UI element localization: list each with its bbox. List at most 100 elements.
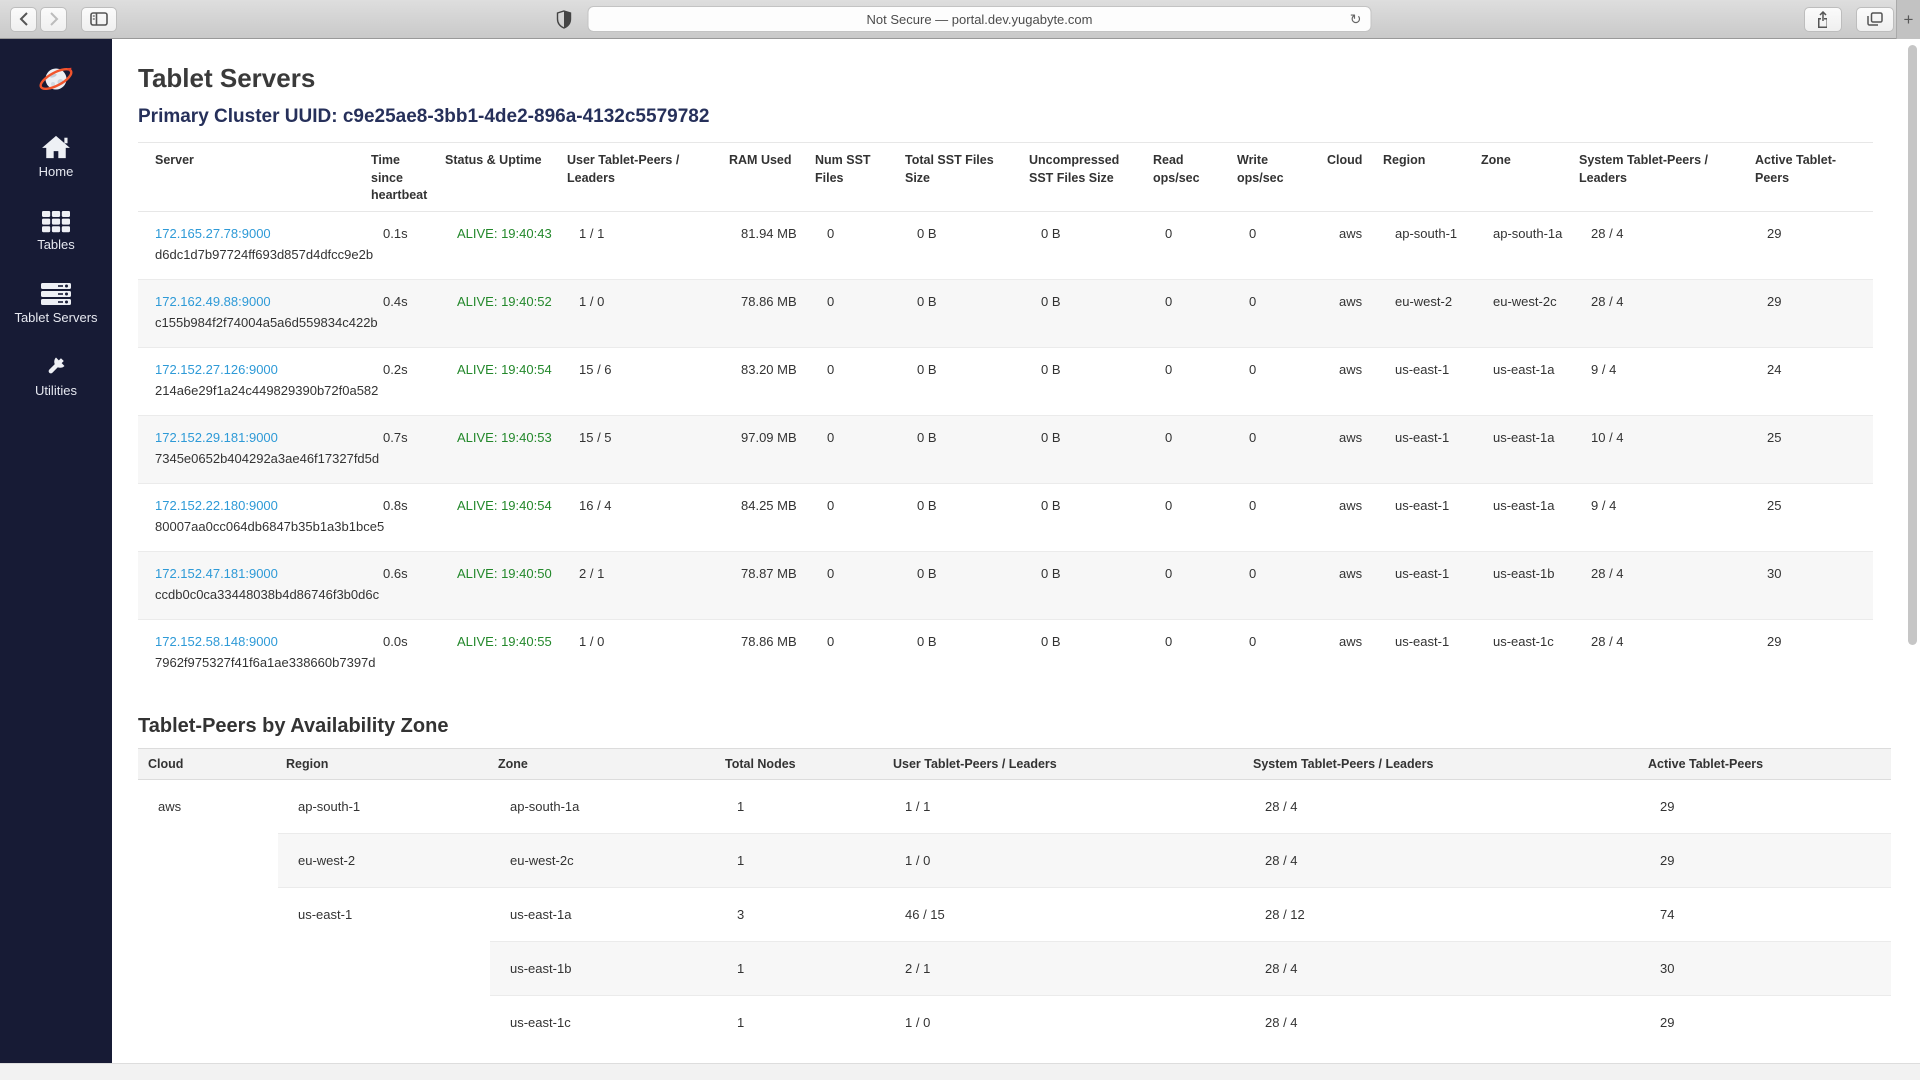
share-button[interactable]: [1804, 7, 1842, 32]
az-cell: 2 / 1: [885, 942, 1245, 996]
yugabyte-logo[interactable]: [36, 59, 76, 104]
server-cell: 172.152.58.148:9000 7962f975327f41f6a1ae3…: [138, 619, 363, 687]
az-cell: 28 / 4: [1245, 942, 1640, 996]
user-peers-cell: 1 / 1: [559, 211, 721, 279]
read-ops-cell: 0: [1145, 551, 1229, 619]
server-address-link[interactable]: 172.152.58.148:9000: [155, 634, 278, 649]
server-address-link[interactable]: 172.162.49.88:9000: [155, 294, 271, 309]
ram-used-cell: 97.09 MB: [721, 415, 807, 483]
sidebar-item-tablet-servers[interactable]: Tablet Servers: [0, 276, 112, 325]
sidebar-panel-icon: [90, 12, 108, 26]
server-uuid: 7962f975327f41f6a1ae338660b7397d: [155, 654, 357, 673]
sidebar-toggle-button[interactable]: [81, 7, 117, 32]
az-table-header-row: CloudRegionZoneTotal NodesUser Tablet-Pe…: [138, 749, 1891, 780]
user-peers-cell: 1 / 0: [559, 279, 721, 347]
user-peers-cell: 1 / 0: [559, 619, 721, 687]
server-address-link[interactable]: 172.152.27.126:9000: [155, 362, 278, 377]
total-sst-size-cell: 0 B: [897, 211, 1021, 279]
user-peers-cell: 15 / 6: [559, 347, 721, 415]
content-blocker-button[interactable]: [549, 7, 579, 32]
sidebar-item-tables[interactable]: Tables: [0, 203, 112, 252]
address-bar-text: Not Secure — portal.dev.yugabyte.com: [867, 12, 1093, 27]
tablet-server-row: 172.152.27.126:9000214a6e29f1a24c4498293…: [138, 347, 1873, 415]
server-uuid: c155b984f2f74004a5a6d559834c422b: [155, 314, 357, 333]
ram-used-cell: 78.86 MB: [721, 279, 807, 347]
back-chevron-icon: [19, 12, 29, 26]
heartbeat-cell: 0.8s: [363, 483, 437, 551]
user-peers-cell: 15 / 5: [559, 415, 721, 483]
region-cell: ap-south-1: [1375, 211, 1473, 279]
active-peers-cell: 25: [1747, 483, 1873, 551]
ram-used-cell: 83.20 MB: [721, 347, 807, 415]
az-cell: 3: [717, 888, 885, 942]
az-cell: 29: [1640, 996, 1891, 1050]
column-header: Num SST Files: [807, 143, 897, 212]
cloud-cell: aws: [1319, 279, 1375, 347]
tablet-server-row: 172.162.49.88:9000 c155b984f2f74004a5a6d5…: [138, 279, 1873, 347]
system-peers-cell: 28 / 4: [1571, 279, 1747, 347]
planet-logo-icon: [36, 59, 76, 99]
server-address-link[interactable]: 172.165.27.78:9000: [155, 226, 271, 241]
server-uuid: 80007aa0cc064db6847b35b1a3b1bce5: [155, 518, 357, 537]
system-peers-cell: 9 / 4: [1571, 347, 1747, 415]
az-cell: 1: [717, 834, 885, 888]
cloud-cell: aws: [1319, 619, 1375, 687]
active-peers-cell: 29: [1747, 279, 1873, 347]
sidebar-item-home[interactable]: Home: [0, 130, 112, 179]
plus-icon: +: [1904, 10, 1914, 30]
num-sst-cell: 0: [807, 347, 897, 415]
region-cell: us-east-1: [1375, 619, 1473, 687]
server-address-link[interactable]: 172.152.22.180:9000: [155, 498, 278, 513]
uncompressed-sst-size-cell: 0 B: [1021, 483, 1145, 551]
vertical-scrollbar[interactable]: [1908, 45, 1917, 645]
region-cell: us-east-1: [1375, 415, 1473, 483]
az-cell: 1: [717, 942, 885, 996]
total-sst-size-cell: 0 B: [897, 279, 1021, 347]
tablet-servers-table: ServerTime since heartbeatStatus & Uptim…: [138, 142, 1873, 687]
heartbeat-cell: 0.0s: [363, 619, 437, 687]
sidebar-item-utilities[interactable]: Utilities: [0, 349, 112, 398]
shield-icon: [556, 10, 571, 29]
region-cell: us-east-1: [1375, 483, 1473, 551]
server-address-link[interactable]: 172.152.29.181:9000: [155, 430, 278, 445]
read-ops-cell: 0: [1145, 619, 1229, 687]
az-section-title: Tablet-Peers by Availability Zone: [138, 715, 1893, 738]
server-cell: 172.152.47.181:9000ccdb0c0ca33448038b4d8…: [138, 551, 363, 619]
uncompressed-sst-size-cell: 0 B: [1021, 211, 1145, 279]
total-sst-size-cell: 0 B: [897, 619, 1021, 687]
tablet-server-row: 172.152.29.181:90007345e0652b404292a3ae4…: [138, 415, 1873, 483]
write-ops-cell: 0: [1229, 211, 1319, 279]
column-header: Status & Uptime: [437, 143, 559, 212]
az-cell: us-east-1: [278, 888, 490, 1050]
total-sst-size-cell: 0 B: [897, 551, 1021, 619]
total-sst-size-cell: 0 B: [897, 483, 1021, 551]
ram-used-cell: 78.87 MB: [721, 551, 807, 619]
reload-icon[interactable]: ↻: [1350, 11, 1362, 28]
server-address-link[interactable]: 172.152.47.181:9000: [155, 566, 278, 581]
zone-cell: us-east-1a: [1473, 483, 1571, 551]
server-uuid: d6dc1d7b97724ff693d857d4dfcc9e2b: [155, 246, 357, 265]
column-header: User Tablet-Peers / Leaders: [885, 749, 1245, 780]
tablet-server-row: 172.152.47.181:9000ccdb0c0ca33448038b4d8…: [138, 551, 1873, 619]
read-ops-cell: 0: [1145, 279, 1229, 347]
main-content: Tablet Servers Primary Cluster UUID: c9e…: [112, 39, 1920, 1063]
back-button[interactable]: [10, 7, 37, 32]
tablet-server-row: 172.165.27.78:9000 d6dc1d7b97724ff693d857…: [138, 211, 1873, 279]
ram-used-cell: 84.25 MB: [721, 483, 807, 551]
column-header: Cloud: [138, 749, 278, 780]
forward-button[interactable]: [40, 7, 67, 32]
address-bar[interactable]: Not Secure — portal.dev.yugabyte.com ↻: [588, 6, 1372, 32]
write-ops-cell: 0: [1229, 279, 1319, 347]
az-cell: ap-south-1a: [490, 780, 717, 834]
status-cell: ALIVE: 19:40:52: [437, 279, 559, 347]
az-cell: eu-west-2c: [490, 834, 717, 888]
system-peers-cell: 9 / 4: [1571, 483, 1747, 551]
column-header: System Tablet-Peers / Leaders: [1245, 749, 1640, 780]
write-ops-cell: 0: [1229, 347, 1319, 415]
write-ops-cell: 0: [1229, 551, 1319, 619]
az-row: awsap-south-1ap-south-1a11 / 128 / 429: [138, 780, 1891, 834]
uncompressed-sst-size-cell: 0 B: [1021, 279, 1145, 347]
new-tab-button[interactable]: +: [1896, 0, 1920, 39]
az-cell: 29: [1640, 780, 1891, 834]
tab-overview-button[interactable]: [1856, 7, 1894, 32]
